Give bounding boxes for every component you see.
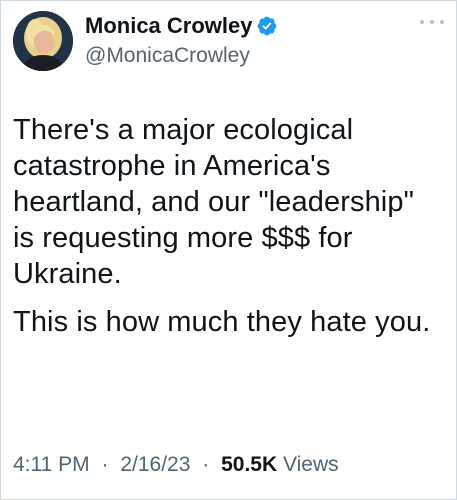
meta-separator: · (202, 453, 210, 476)
verified-badge-icon (258, 16, 277, 36)
tweet-paragraph: This is how much they hate you. (13, 306, 431, 338)
tweet-date[interactable]: 2/16/23 (120, 453, 190, 476)
tweet-meta: 4:11 PM · 2/16/23 · 50.5K Views (13, 453, 339, 477)
tweet-paragraph: There's a major ecological catastrophe i… (13, 114, 414, 290)
tweet-header: Monica Crowley @MonicaCrowley (13, 11, 444, 71)
avatar[interactable] (13, 11, 73, 71)
author-handle[interactable]: @MonicaCrowley (85, 44, 250, 68)
more-dots-icon[interactable] (420, 15, 444, 29)
avatar-image (13, 11, 73, 71)
author-name[interactable]: Monica Crowley (85, 13, 252, 39)
author-name-row: Monica Crowley (85, 13, 278, 39)
more-dot (440, 20, 444, 24)
tweet-time[interactable]: 4:11 PM (13, 453, 90, 476)
meta-separator: · (101, 453, 109, 476)
tweet-card: Monica Crowley @MonicaCrowley There's a … (0, 0, 457, 500)
more-dot (430, 20, 434, 24)
views-label: Views (283, 453, 339, 476)
views-count: 50.5K (221, 453, 278, 476)
more-dot (420, 20, 424, 24)
tweet-text: There's a major ecological catastrophe i… (13, 112, 443, 340)
